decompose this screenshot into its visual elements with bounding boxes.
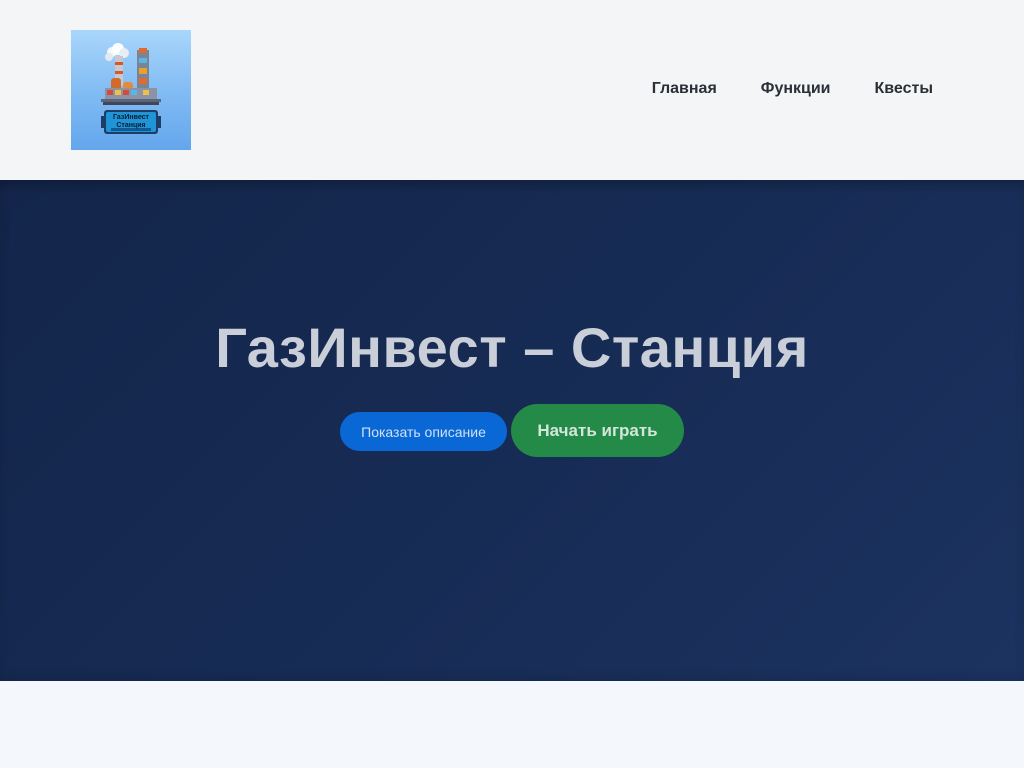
start-game-button[interactable]: Начать играть bbox=[511, 404, 684, 457]
nav-link-features[interactable]: Функции bbox=[761, 79, 831, 99]
site-header: ГазИнвест Станция Главная Функции Квесты bbox=[0, 0, 1024, 180]
main-nav: Главная Функции Квесты bbox=[652, 79, 933, 99]
hero-title: ГазИнвест – Станция bbox=[215, 316, 809, 379]
logo-caption-line1: ГазИнвест bbox=[113, 114, 149, 121]
factory-logo-icon bbox=[101, 43, 161, 134]
page-content-area bbox=[0, 681, 1024, 768]
nav-link-home[interactable]: Главная bbox=[652, 79, 717, 99]
logo[interactable]: ГазИнвест Станция bbox=[71, 30, 191, 150]
nav-link-quests[interactable]: Квесты bbox=[875, 79, 933, 99]
show-description-button[interactable]: Показать описание bbox=[340, 412, 507, 451]
logo-caption-line2: Станция bbox=[116, 122, 146, 129]
